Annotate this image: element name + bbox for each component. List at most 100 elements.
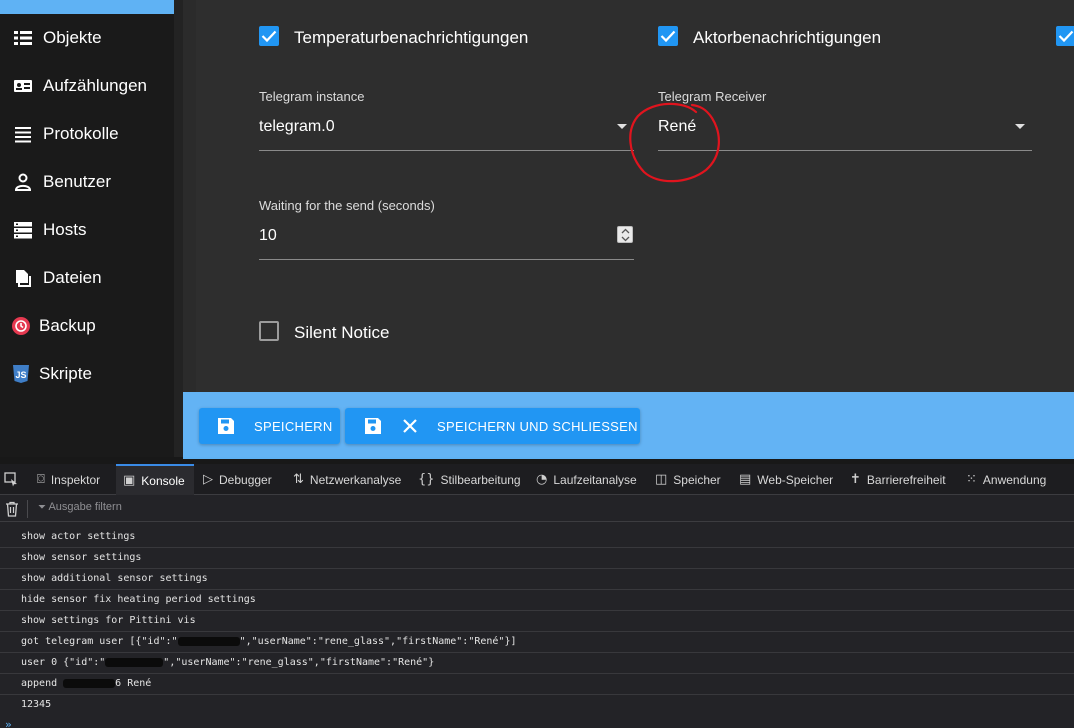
console-log-line: show actor settings (0, 527, 1074, 548)
sidebar-item-label: Hosts (43, 220, 87, 239)
accessibility-icon: ✝ (850, 472, 861, 487)
silent-notice-label: Silent Notice (294, 323, 390, 342)
telegram-instance-label: Telegram instance (259, 89, 365, 104)
actor-notifications-checkbox[interactable] (658, 26, 678, 46)
redacted-id (177, 636, 240, 646)
tab-konsole[interactable]: ▣ Konsole (116, 464, 194, 495)
server-icon (12, 219, 34, 241)
sidebar-item-skripte[interactable]: JS Skripte (0, 354, 174, 394)
console-icon: ▣ (123, 473, 136, 488)
tab-netzwerkanalyse[interactable]: ⇅ Netzwerkanalyse (293, 464, 401, 495)
sidebar: Objekte Aufzählungen Protokolle Benutzer (0, 0, 174, 462)
sidebar-item-label: Skripte (39, 364, 92, 383)
filter-placeholder: Ausgabe filtern (48, 501, 122, 513)
sidebar-divider (174, 0, 183, 462)
silent-notice-checkbox[interactable] (259, 321, 279, 341)
save-icon (218, 418, 234, 434)
telegram-instance-select[interactable]: telegram.0 (259, 118, 335, 136)
filter-separator (27, 500, 28, 518)
sidebar-item-label: Protokolle (43, 124, 119, 143)
redacted-id (105, 657, 164, 667)
sidebar-item-label: Benutzer (43, 172, 112, 191)
tab-stilbearbeitung[interactable]: {} Stilbearbeitung (418, 464, 521, 495)
save-icon (365, 418, 381, 434)
telegram-instance-underline (259, 150, 634, 151)
tab-speicher[interactable]: ◫ Speicher (655, 464, 721, 495)
log-text: append (21, 678, 64, 689)
actor-notifications-label: Aktorbenachrichtigungen (693, 28, 882, 47)
annotation-circle-icon (629, 102, 720, 183)
log-text: ","userName":"rene_glass","firstName":"R… (239, 636, 517, 647)
sidebar-item-aufzaehlungen[interactable]: Aufzählungen (0, 66, 174, 106)
redacted-id (63, 678, 116, 688)
console-input-prompt[interactable]: » (5, 718, 12, 728)
network-icon: ⇅ (293, 472, 304, 487)
picker-icon (4, 472, 17, 487)
third-notifications-checkbox[interactable] (1056, 26, 1074, 46)
sidebar-item-label: Aufzählungen (43, 76, 147, 95)
log-text: ","userName":"rene_glass","firstName":"R… (163, 657, 435, 668)
sidebar-item-label: Objekte (43, 28, 102, 47)
tab-anwendung[interactable]: ⁙ Anwendung (966, 464, 1046, 495)
tab-label: Stilbearbeitung (440, 472, 521, 487)
check-icon (1058, 30, 1074, 43)
sidebar-item-hosts[interactable]: Hosts (0, 210, 174, 250)
tab-barrierefreiheit[interactable]: ✝ Barrierefreiheit (850, 464, 946, 495)
sidebar-item-benutzer[interactable]: Benutzer (0, 162, 174, 202)
storage-icon: ▤ (739, 472, 752, 487)
chevron-down-icon[interactable] (1015, 124, 1025, 129)
sidebar-item-protokolle[interactable]: Protokolle (0, 114, 174, 154)
save-and-close-button[interactable]: SPEICHERN UND SCHLIESSEN (345, 408, 640, 444)
devtools-panel: ⌼ Inspektor ▣ Konsole ▷ Debugger ⇅ Netzwerka… (0, 464, 1074, 728)
console-log-line: hide sensor fix heating period settings (0, 590, 1074, 611)
tab-web-speicher[interactable]: ▤ Web-Speicher (739, 464, 833, 495)
files-icon (12, 267, 34, 289)
close-icon (403, 419, 417, 433)
application-icon: ⁙ (966, 472, 977, 487)
filter-icon: ⏷ (38, 502, 46, 513)
lines-icon (12, 123, 34, 145)
backup-icon (10, 315, 32, 337)
waiting-seconds-input[interactable]: 10 (259, 227, 277, 245)
save-button[interactable]: SPEICHERN (199, 408, 340, 444)
tab-laufzeitanalyse[interactable]: ◔ Laufzeitanalyse (536, 464, 637, 495)
temp-notifications-checkbox[interactable] (259, 26, 279, 46)
save-and-close-button-label: SPEICHERN UND SCHLIESSEN (437, 418, 638, 434)
sidebar-item-dateien[interactable]: Dateien (0, 258, 174, 298)
sidebar-item-objekte[interactable]: Objekte (0, 18, 174, 58)
js-icon: JS (10, 363, 32, 385)
svg-text:JS: JS (15, 370, 26, 380)
tab-label: Netzwerkanalyse (309, 472, 402, 487)
devtools-tabbar: ⌼ Inspektor ▣ Konsole ▷ Debugger ⇅ Netzwerka… (0, 464, 1074, 495)
check-icon (261, 30, 277, 43)
number-spinner-icon[interactable] (617, 226, 633, 243)
waiting-seconds-underline (259, 259, 634, 260)
tab-debugger[interactable]: ▷ Debugger (203, 464, 272, 495)
trash-icon[interactable] (5, 501, 19, 517)
tab-label: Laufzeitanalyse (553, 472, 637, 487)
tab-inspektor[interactable]: ⌼ Inspektor (37, 464, 100, 495)
element-picker-button[interactable] (4, 464, 19, 495)
tab-label: Debugger (219, 472, 272, 487)
tab-label: Konsole (141, 473, 185, 488)
console-log-line: append 6 René (0, 674, 1074, 695)
action-bar: SPEICHERN SPEICHERN UND SCHLIESSEN (183, 392, 1074, 457)
tab-label: Anwendung (982, 472, 1047, 487)
performance-icon: ◔ (536, 472, 548, 487)
sidebar-item-label: Backup (39, 316, 96, 335)
list-icon (12, 27, 34, 49)
console-log-line: 12345 (21, 699, 52, 710)
console-filter-input[interactable]: ⏷ Ausgabe filtern (38, 501, 122, 513)
check-icon (660, 30, 676, 43)
sidebar-item-backup[interactable]: Backup (0, 306, 174, 346)
sidebar-item-label: Dateien (43, 268, 102, 287)
tab-label: Inspektor (50, 472, 101, 487)
sidebar-active-indicator (0, 0, 174, 14)
log-text: got telegram user [{"id":" (21, 636, 178, 647)
console-log-line: user 0 {"id":" ","userName":"rene_glass",… (0, 653, 1074, 674)
log-text: 6 René (115, 678, 152, 689)
save-button-label: SPEICHERN (254, 418, 333, 434)
temp-notifications-label: Temperaturbenachrichtigungen (294, 28, 529, 47)
console-filter-bar: ⏷ Ausgabe filtern (0, 495, 1074, 522)
console-log-line: show sensor settings (0, 548, 1074, 569)
